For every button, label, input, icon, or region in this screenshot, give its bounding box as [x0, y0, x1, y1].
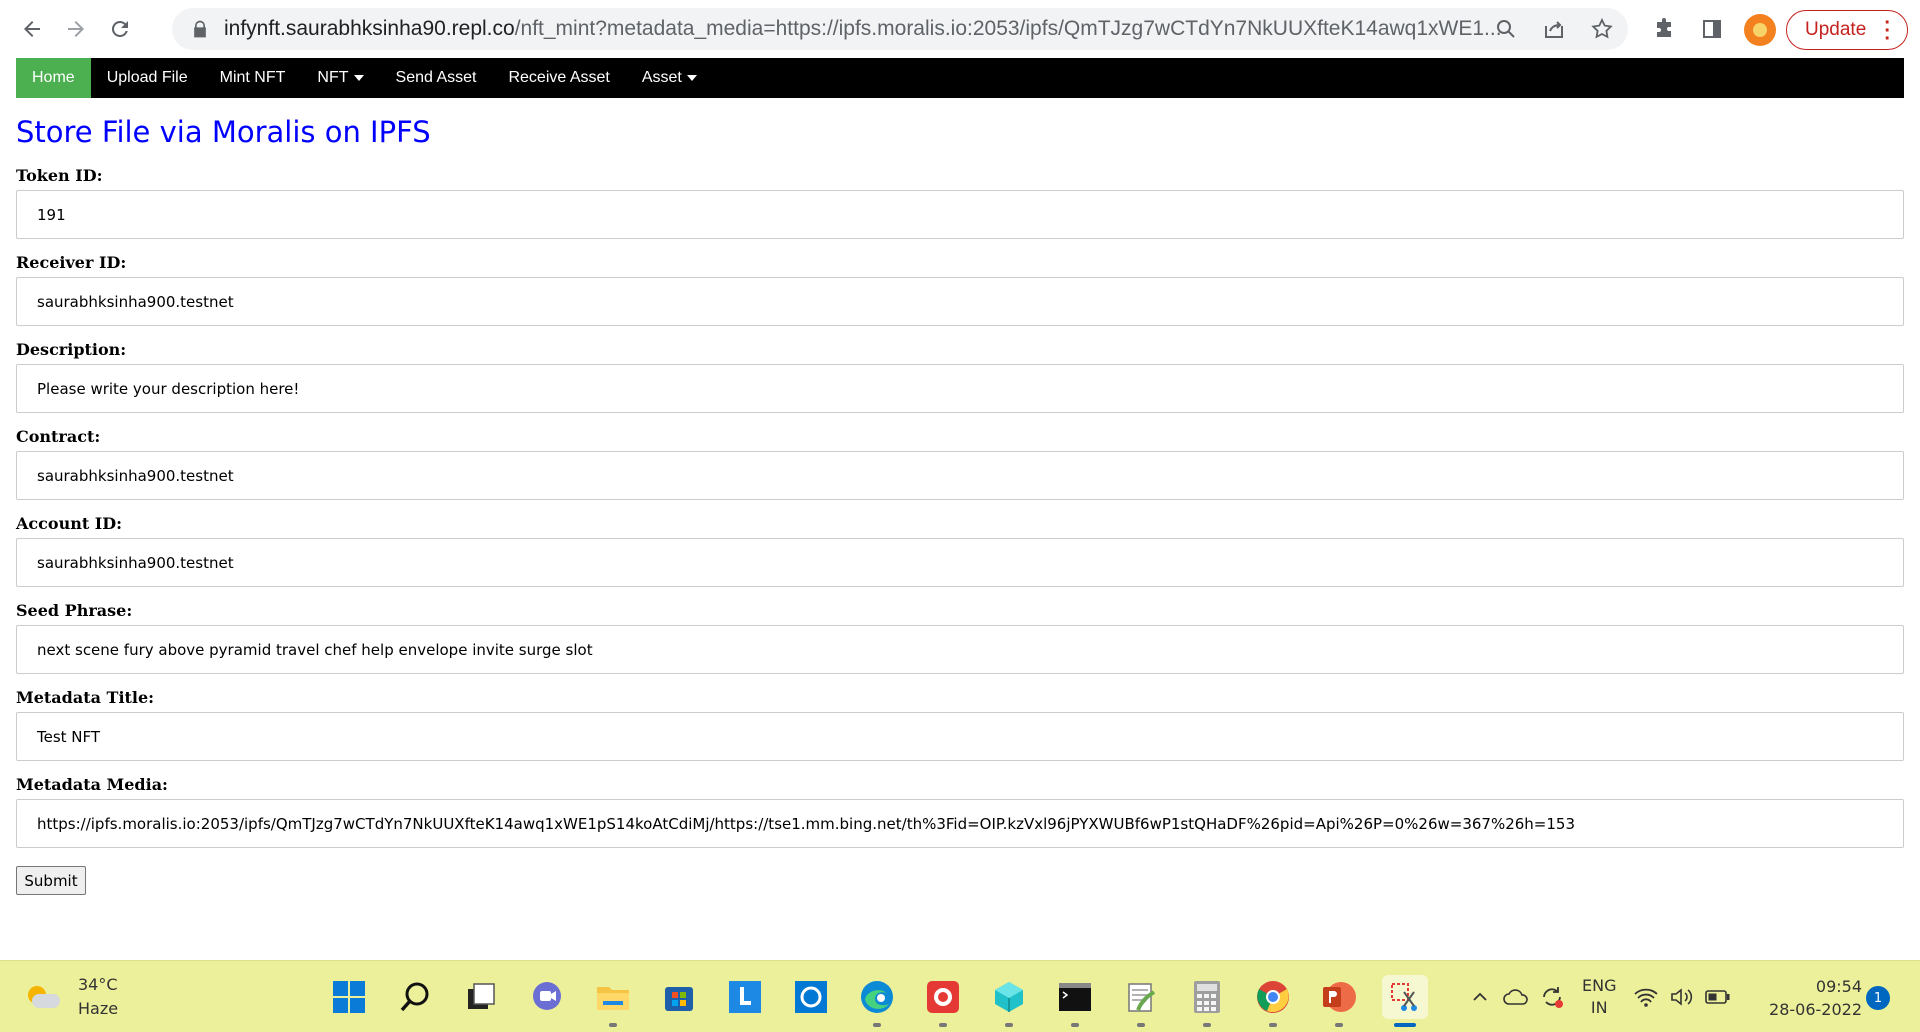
submit-button[interactable]: Submit [16, 866, 86, 895]
contract-label: Contract: [16, 427, 101, 446]
seed-phrase-input[interactable]: next scene fury above pyramid travel che… [16, 625, 1904, 674]
nav-upload-file[interactable]: Upload File [91, 58, 204, 98]
nav-receive-asset-label: Receive Asset [508, 69, 610, 86]
zoom-icon[interactable] [1494, 17, 1518, 41]
nav-nft-dropdown[interactable]: NFT [301, 58, 379, 98]
cortana-icon[interactable] [788, 975, 834, 1019]
lang-top: ENG [1582, 976, 1617, 995]
description-label: Description: [16, 340, 127, 359]
browser-toolbar: infynft.saurabhksinha90.repl.co/nft_mint… [0, 0, 1920, 58]
update-button[interactable]: Update · · · [1786, 10, 1908, 50]
search-icon[interactable] [392, 975, 438, 1019]
taskbar-apps [326, 975, 1428, 1027]
metadata-media-label: Metadata Media: [16, 775, 168, 794]
volume-icon[interactable] [1664, 977, 1700, 1017]
weather-desc: Haze [78, 999, 119, 1018]
nav-upload-file-label: Upload File [106, 69, 188, 86]
l-app-icon[interactable] [722, 975, 768, 1019]
contract-input[interactable]: saurabhksinha900.testnet [16, 451, 1904, 500]
arrow-right-icon [68, 21, 84, 37]
nav-nft-label: NFT [317, 69, 349, 86]
url-text: infynft.saurabhksinha90.repl.co/nft_mint… [224, 17, 1514, 41]
arrow-left-icon [24, 21, 40, 37]
nav-send-asset[interactable]: Send Asset [380, 58, 493, 98]
screen-recorder-icon[interactable] [920, 975, 966, 1027]
back-button[interactable] [10, 7, 54, 51]
lang-bottom: IN [1590, 998, 1608, 1017]
metadata-media-input[interactable]: https://ipfs.moralis.io:2053/ipfs/QmTJzg… [16, 799, 1904, 848]
nav-home[interactable]: Home [16, 58, 91, 98]
forward-button[interactable] [54, 7, 98, 51]
profile-avatar[interactable] [1744, 14, 1776, 46]
powerpoint-icon[interactable] [1316, 975, 1362, 1027]
reload-button[interactable] [98, 7, 142, 51]
clock-time: 09:54 [1815, 977, 1862, 996]
extensions-icon[interactable] [1640, 12, 1688, 46]
nav-receive-asset[interactable]: Receive Asset [492, 58, 625, 98]
mint-form: Store File via Moralis on IPFS Token ID:… [16, 112, 1904, 895]
metadata-title-label: Metadata Title: [16, 688, 155, 707]
weather-temp: 34°C [78, 975, 118, 994]
onedrive-cloud-icon[interactable] [1498, 977, 1534, 1017]
clock-date: 28-06-2022 [1769, 1000, 1862, 1019]
avatar-face [1753, 23, 1767, 37]
account-id-input[interactable]: saurabhksinha900.testnet [16, 538, 1904, 587]
weather-widget[interactable]: 34°C Haze [24, 973, 118, 1021]
page-title: Store File via Moralis on IPFS [16, 115, 431, 149]
description-input[interactable]: Please write your description here! [16, 364, 1904, 413]
3d-cube-icon[interactable] [986, 975, 1032, 1027]
update-label: Update [1805, 19, 1867, 40]
wifi-icon[interactable] [1628, 977, 1664, 1017]
nav-asset-dropdown[interactable]: Asset [626, 58, 713, 98]
terminal-icon[interactable] [1052, 975, 1098, 1027]
nav-asset-label: Asset [641, 69, 682, 86]
taskbar: 34°C Haze ENG IN 09:54 28-06-2022 1 [0, 960, 1920, 1032]
token-id-input[interactable]: 191 [16, 190, 1904, 239]
nav-mint-nft[interactable]: Mint NFT [204, 58, 302, 98]
receiver-id-label: Receiver ID: [16, 253, 127, 272]
battery-icon[interactable] [1700, 977, 1736, 1017]
menu-dots-icon[interactable]: · · · [1884, 13, 1891, 49]
address-bar[interactable]: infynft.saurabhksinha90.repl.co/nft_mint… [172, 8, 1628, 50]
seed-phrase-label: Seed Phrase: [16, 601, 133, 620]
file-explorer-icon[interactable] [590, 975, 636, 1027]
url-host: infynft.saurabhksinha90.repl.co [224, 17, 515, 40]
sync-icon[interactable] [1534, 977, 1570, 1017]
chevron-up-icon[interactable] [1462, 977, 1498, 1017]
metadata-title-input[interactable]: Test NFT [16, 712, 1904, 761]
system-tray: ENG IN [1462, 975, 1736, 1019]
weather-icon [24, 984, 60, 1010]
notepad-plus-icon[interactable] [1118, 975, 1164, 1027]
snipping-tool-icon[interactable] [1382, 975, 1428, 1027]
nav-mint-nft-label: Mint NFT [219, 69, 286, 86]
chrome-icon[interactable] [1250, 975, 1296, 1027]
edge-icon[interactable] [854, 975, 900, 1027]
task-view-icon[interactable] [458, 975, 504, 1019]
clock[interactable]: 09:54 28-06-2022 [1752, 975, 1862, 1021]
url-path: /nft_mint?metadata_media=https://ipfs.mo… [514, 17, 1502, 40]
nav-home-label: Home [32, 69, 75, 86]
language-indicator[interactable]: ENG IN [1582, 975, 1616, 1019]
store-icon[interactable] [656, 975, 702, 1019]
bookmark-star-icon[interactable] [1590, 17, 1614, 41]
notification-badge[interactable]: 1 [1866, 986, 1890, 1010]
share-icon[interactable] [1542, 17, 1566, 41]
extension-area [1640, 12, 1736, 46]
token-id-label: Token ID: [16, 166, 103, 185]
receiver-id-input[interactable]: saurabhksinha900.testnet [16, 277, 1904, 326]
caret-down-icon [353, 75, 364, 81]
caret-down-icon [686, 75, 697, 81]
start-icon[interactable] [326, 975, 372, 1019]
nav-send-asset-label: Send Asset [395, 69, 477, 86]
reload-icon [111, 20, 128, 37]
account-id-label: Account ID: [16, 514, 123, 533]
lock-icon [194, 20, 206, 38]
calculator-icon[interactable] [1184, 975, 1230, 1027]
side-panel-icon[interactable] [1688, 12, 1736, 46]
app-navbar: Home Upload File Mint NFT NFT Send Asset… [16, 58, 1904, 98]
chat-icon[interactable] [524, 975, 570, 1019]
